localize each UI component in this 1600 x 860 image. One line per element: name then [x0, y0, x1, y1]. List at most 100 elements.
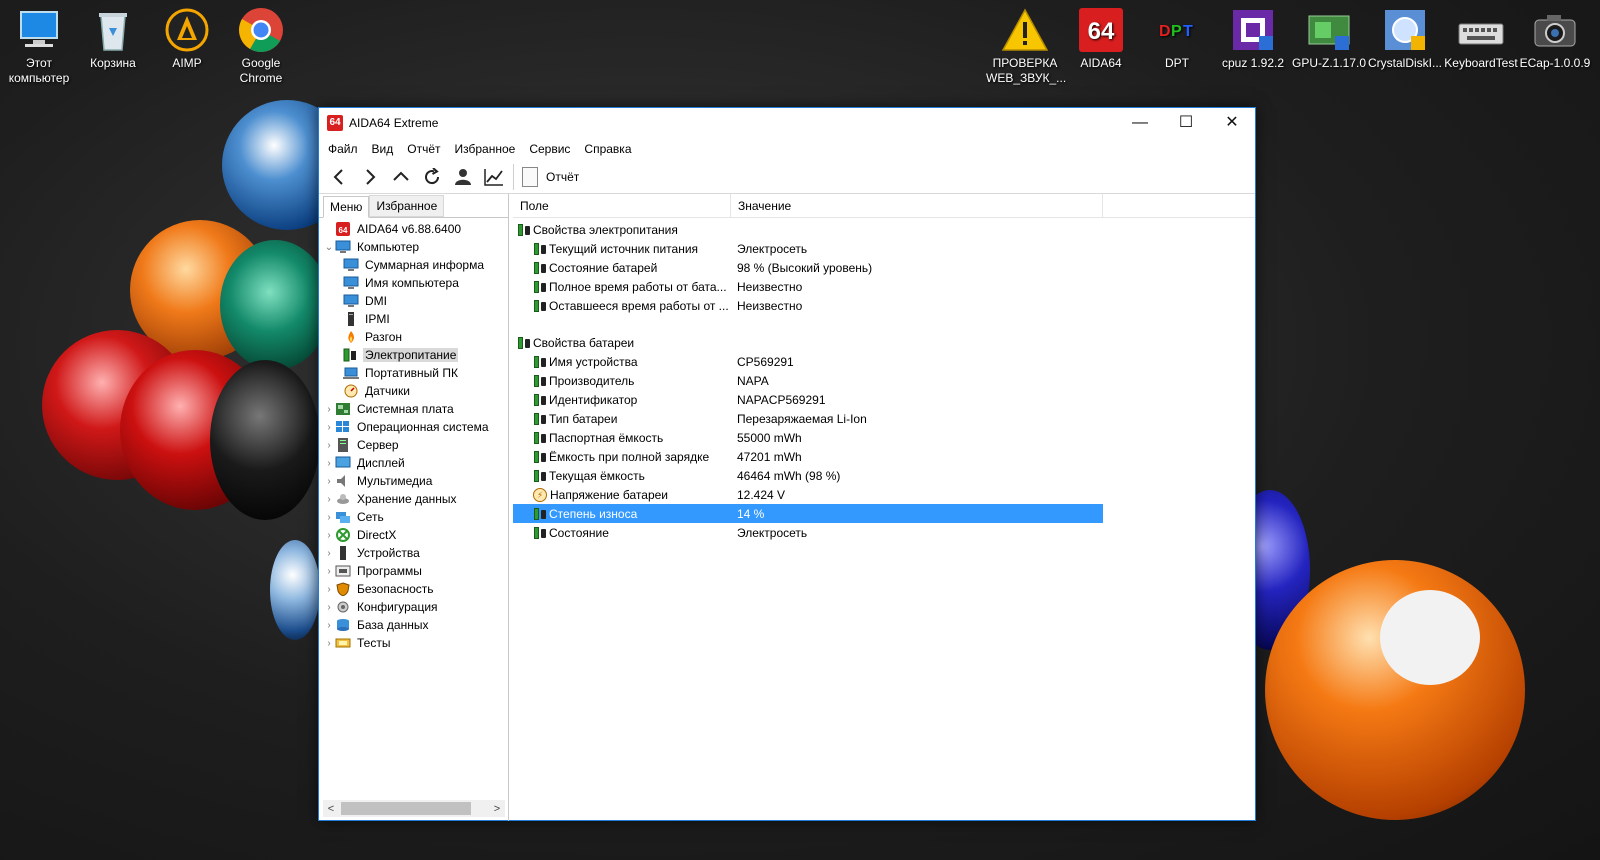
- tree-item[interactable]: Разгон: [319, 328, 508, 346]
- collapse-chevron-icon[interactable]: ⌄: [323, 242, 335, 253]
- tab-favorites[interactable]: Избранное: [369, 195, 445, 217]
- section-header[interactable]: Свойства электропитания: [513, 220, 1103, 239]
- detail-field-label: Состояние: [549, 525, 609, 540]
- column-value[interactable]: Значение: [731, 194, 1103, 218]
- chrome-icon: [237, 6, 285, 54]
- desktop-icon-chrome[interactable]: Google Chrome: [222, 6, 300, 86]
- tree-item[interactable]: › Тесты: [319, 634, 508, 652]
- expand-chevron-icon[interactable]: ›: [323, 548, 335, 559]
- detail-row[interactable]: ⚡ Напряжение батареи 12.424 V: [513, 485, 1103, 504]
- expand-chevron-icon[interactable]: ›: [323, 638, 335, 649]
- tree-item[interactable]: Датчики: [319, 382, 508, 400]
- scroll-thumb[interactable]: [341, 802, 471, 815]
- scroll-right-icon[interactable]: >: [489, 803, 505, 815]
- detail-row[interactable]: Тип батареи Перезаряжаемая Li-Ion: [513, 409, 1103, 428]
- detail-row[interactable]: Состояние Электросеть: [513, 523, 1103, 542]
- tree-item[interactable]: › Сервер: [319, 436, 508, 454]
- tree-item[interactable]: IPMI: [319, 310, 508, 328]
- expand-chevron-icon[interactable]: ›: [323, 512, 335, 523]
- tree-item[interactable]: Суммарная информа: [319, 256, 508, 274]
- expand-chevron-icon[interactable]: ›: [323, 458, 335, 469]
- desktop-icon-aimp[interactable]: AIMP: [148, 6, 226, 71]
- detail-row[interactable]: Текущий источник питания Электросеть: [513, 239, 1103, 258]
- back-button[interactable]: [323, 163, 354, 191]
- tree-item[interactable]: Портативный ПК: [319, 364, 508, 382]
- forward-button[interactable]: [354, 163, 385, 191]
- close-button[interactable]: ✕: [1209, 108, 1255, 138]
- tree-item[interactable]: › Системная плата: [319, 400, 508, 418]
- tree-item[interactable]: › Дисплей: [319, 454, 508, 472]
- tree-item[interactable]: › Конфигурация: [319, 598, 508, 616]
- detail-row[interactable]: Идентификатор NAPACP569291: [513, 390, 1103, 409]
- tree-item[interactable]: 64 AIDA64 v6.88.6400: [319, 220, 508, 238]
- menu-service[interactable]: Сервис: [522, 142, 577, 156]
- desktop-icon-crystaldisk[interactable]: CrystalDiskI...: [1366, 6, 1444, 71]
- refresh-button[interactable]: [416, 163, 447, 191]
- up-button[interactable]: [385, 163, 416, 191]
- tree-item[interactable]: › Программы: [319, 562, 508, 580]
- detail-row[interactable]: Паспортная ёмкость 55000 mWh: [513, 428, 1103, 447]
- tree-item[interactable]: › Устройства: [319, 544, 508, 562]
- expand-chevron-icon[interactable]: ›: [323, 440, 335, 451]
- desktop-icon-gpuz[interactable]: GPU-Z.1.17.0: [1290, 6, 1368, 71]
- tree-item[interactable]: › Операционная система: [319, 418, 508, 436]
- tree-item[interactable]: › Безопасность: [319, 580, 508, 598]
- desktop-icon-aida64[interactable]: 64 AIDA64: [1062, 6, 1140, 71]
- desktop-icon-dpt[interactable]: DPT DPT: [1138, 6, 1216, 71]
- monitor-icon: [343, 258, 359, 272]
- expand-chevron-icon[interactable]: ›: [323, 566, 335, 577]
- section-header[interactable]: Свойства батареи: [513, 333, 1103, 352]
- tree-item[interactable]: DMI: [319, 292, 508, 310]
- detail-row[interactable]: Полное время работы от бата... Неизвестно: [513, 277, 1103, 296]
- expand-chevron-icon[interactable]: ›: [323, 530, 335, 541]
- detail-row[interactable]: Текущая ёмкость 46464 mWh (98 %): [513, 466, 1103, 485]
- tree-item[interactable]: Имя компьютера: [319, 274, 508, 292]
- desktop-icon-keyboardtest[interactable]: KeyboardTest: [1442, 6, 1520, 71]
- user-button[interactable]: [447, 163, 478, 191]
- report-button[interactable]: Отчёт: [522, 166, 579, 187]
- detail-row[interactable]: Имя устройства CP569291: [513, 352, 1103, 371]
- minimize-button[interactable]: —: [1117, 108, 1163, 138]
- scroll-left-icon[interactable]: <: [323, 803, 339, 815]
- wallpaper-ball: [210, 360, 320, 520]
- detail-row[interactable]: Состояние батарей 98 % (Высокий уровень): [513, 258, 1103, 277]
- desktop-icon-ecap[interactable]: ECap-1.0.0.9: [1516, 6, 1594, 71]
- horizontal-scrollbar[interactable]: < >: [323, 800, 505, 817]
- menu-favorites[interactable]: Избранное: [448, 142, 523, 156]
- chart-button[interactable]: [478, 163, 509, 191]
- title-bar[interactable]: 64 AIDA64 Extreme — ☐ ✕: [319, 108, 1255, 138]
- column-field[interactable]: Поле: [513, 194, 731, 218]
- tree-item[interactable]: › База данных: [319, 616, 508, 634]
- expand-chevron-icon[interactable]: ›: [323, 422, 335, 433]
- expand-chevron-icon[interactable]: ›: [323, 602, 335, 613]
- tree-item-label: Сеть: [357, 510, 384, 524]
- tree-item[interactable]: › Сеть: [319, 508, 508, 526]
- desktop-icon-recycle-bin[interactable]: Корзина: [74, 6, 152, 71]
- expand-chevron-icon[interactable]: ›: [323, 494, 335, 505]
- expand-chevron-icon[interactable]: ›: [323, 584, 335, 595]
- expand-chevron-icon[interactable]: ›: [323, 620, 335, 631]
- tree-item[interactable]: ⌄ Компьютер: [319, 238, 508, 256]
- detail-row[interactable]: Степень износа 14 %: [513, 504, 1103, 523]
- detail-row[interactable]: Оставшееся время работы от ... Неизвестно: [513, 296, 1103, 315]
- desktop-icon-this-pc[interactable]: Этот компьютер: [0, 6, 78, 86]
- menu-report[interactable]: Отчёт: [400, 142, 447, 156]
- detail-row[interactable]: Ёмкость при полной зарядке 47201 mWh: [513, 447, 1103, 466]
- expand-chevron-icon[interactable]: ›: [323, 404, 335, 415]
- tab-menu[interactable]: Меню: [323, 196, 370, 218]
- detail-row[interactable]: Производитель NAPA: [513, 371, 1103, 390]
- maximize-button[interactable]: ☐: [1163, 108, 1209, 138]
- detail-field-label: Состояние батарей: [549, 260, 658, 275]
- tree-item[interactable]: › Мультимедиа: [319, 472, 508, 490]
- tree-item[interactable]: › DirectX: [319, 526, 508, 544]
- detail-field: Производитель: [513, 374, 731, 388]
- menu-help[interactable]: Справка: [577, 142, 638, 156]
- expand-chevron-icon[interactable]: ›: [323, 476, 335, 487]
- desktop-icon-web-sound-check[interactable]: ПРОВЕРКА WEB_ЗВУК_...: [986, 6, 1066, 86]
- monitor-icon: [335, 240, 351, 254]
- desktop-icon-cpuz[interactable]: cpuz 1.92.2: [1214, 6, 1292, 71]
- menu-file[interactable]: Файл: [321, 142, 365, 156]
- tree-item[interactable]: › Хранение данных: [319, 490, 508, 508]
- tree-item[interactable]: Электропитание: [319, 346, 508, 364]
- menu-view[interactable]: Вид: [365, 142, 401, 156]
